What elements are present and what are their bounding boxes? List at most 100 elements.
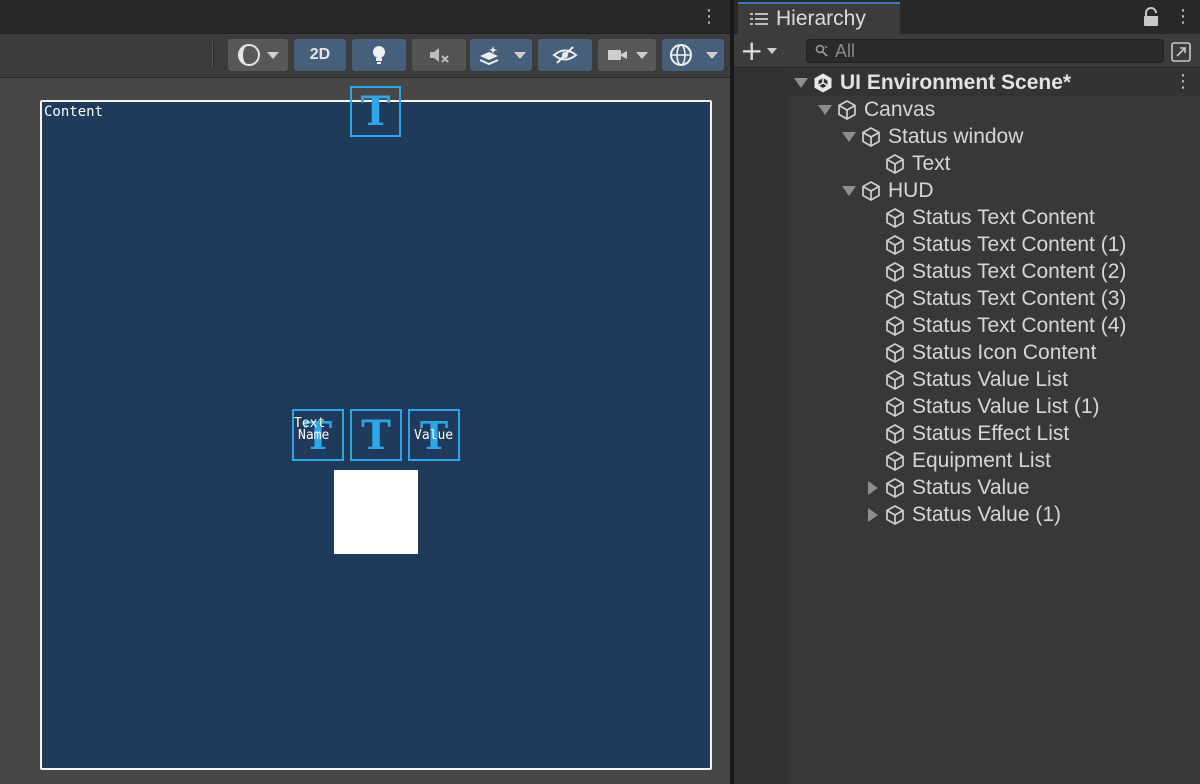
fold-expanded-icon[interactable]	[794, 76, 808, 90]
layers-effects-icon	[479, 46, 499, 66]
triangle-down-icon	[842, 185, 856, 196]
unity-logo-icon	[812, 72, 834, 94]
chevron-down-icon	[706, 51, 718, 59]
triangle-down-icon	[818, 104, 832, 115]
hierarchy-row[interactable]: Status Text Content (1)	[734, 231, 1200, 258]
hierarchy-row-label: HUD	[888, 178, 934, 202]
hierarchy-row[interactable]: Status Value List	[734, 366, 1200, 393]
triangle-down-icon	[842, 131, 856, 142]
cube-icon	[884, 153, 906, 175]
audio-toggle-button[interactable]	[412, 39, 466, 71]
scene-viewport[interactable]: Content T T Text Name T T Value	[0, 78, 730, 784]
camera-icon	[608, 50, 627, 60]
tab-hierarchy[interactable]: Hierarchy	[738, 2, 900, 34]
2d-mode-button[interactable]: 2D	[294, 39, 346, 71]
toolbar-separator	[212, 42, 214, 68]
hierarchy-row[interactable]: Status Text Content (4)	[734, 312, 1200, 339]
hierarchy-row[interactable]: Status Text Content	[734, 204, 1200, 231]
hierarchy-row-label: Status Text Content (3)	[912, 286, 1127, 310]
cube-icon	[884, 342, 906, 364]
hierarchy-row-label: Status Value	[912, 475, 1030, 499]
eye-hidden-icon	[552, 46, 578, 64]
hierarchy-tab-label: Hierarchy	[776, 7, 866, 30]
scene-view-panel: ⋮ 2D Content T T Text Name T T Value	[0, 0, 730, 784]
hierarchy-row[interactable]: Status window	[734, 123, 1200, 150]
center-text-gizmo[interactable]: T	[350, 409, 402, 461]
scene-toolbar: 2D	[0, 34, 730, 78]
hierarchy-row[interactable]: Status Value (1)	[734, 501, 1200, 528]
gizmos-dropdown-button[interactable]	[700, 39, 724, 71]
hierarchy-row[interactable]: Status Text Content (2)	[734, 258, 1200, 285]
cube-icon	[884, 261, 906, 283]
cube-icon	[884, 207, 906, 229]
cube-icon	[860, 180, 882, 202]
hierarchy-row-label: Status Effect List	[912, 421, 1070, 445]
cube-icon	[884, 234, 906, 256]
cube-icon	[884, 396, 906, 418]
lightbulb-icon	[373, 46, 385, 64]
fold-expanded-icon[interactable]	[842, 130, 856, 144]
fold-collapsed-icon[interactable]	[866, 507, 880, 522]
hierarchy-row[interactable]: Status Effect List	[734, 420, 1200, 447]
hierarchy-more-options-icon[interactable]: ⋮	[1174, 6, 1192, 28]
list-icon	[750, 13, 768, 25]
hierarchy-row-label: Status Icon Content	[912, 340, 1097, 364]
status-icon-image[interactable]	[334, 470, 418, 554]
cube-icon	[884, 369, 906, 391]
hierarchy-row[interactable]: Status Text Content (3)	[734, 285, 1200, 312]
text-gizmo-glyph: T	[361, 411, 391, 459]
scene-picker-icon[interactable]	[1170, 41, 1192, 63]
hierarchy-row[interactable]: Equipment List	[734, 447, 1200, 474]
fold-expanded-icon[interactable]	[818, 103, 832, 117]
lock-icon[interactable]	[1142, 7, 1160, 27]
create-object-button[interactable]: +	[740, 37, 790, 65]
speaker-muted-icon	[430, 48, 449, 63]
cube-icon	[860, 126, 882, 148]
shading-mode-button[interactable]	[228, 39, 288, 71]
chevron-down-icon	[767, 48, 778, 54]
effects-dropdown-button[interactable]	[508, 39, 532, 71]
hierarchy-row[interactable]: Status Value	[734, 474, 1200, 501]
hierarchy-row[interactable]: Canvas	[734, 96, 1200, 123]
hierarchy-row-label: Status Text Content (2)	[912, 259, 1127, 283]
text-gizmo-top[interactable]: T	[350, 86, 401, 137]
sphere-shading-icon	[238, 44, 260, 66]
search-input[interactable]	[835, 40, 1135, 62]
chevron-down-icon	[267, 51, 279, 59]
hierarchy-row-label: Text	[912, 151, 951, 175]
chevron-down-icon	[636, 51, 648, 59]
camera-settings-button[interactable]	[598, 39, 656, 71]
fold-expanded-icon[interactable]	[842, 184, 856, 198]
hierarchy-scene-row[interactable]: UI Environment Scene* ⋮	[734, 69, 1200, 96]
cube-icon	[884, 477, 906, 499]
triangle-down-icon	[794, 77, 808, 88]
scene-more-options-icon[interactable]: ⋮	[700, 6, 718, 28]
scene-visibility-button[interactable]	[538, 39, 592, 71]
hierarchy-row[interactable]: Status Icon Content	[734, 339, 1200, 366]
scene-row-more-icon[interactable]: ⋮	[1174, 71, 1192, 93]
hierarchy-row[interactable]: Status Value List (1)	[734, 393, 1200, 420]
hierarchy-row-label: UI Environment Scene*	[840, 70, 1072, 94]
effects-toggle-button[interactable]	[470, 39, 508, 71]
canvas-content-label: Content	[44, 104, 104, 120]
cube-icon	[884, 423, 906, 445]
hierarchy-row-label: Status Text Content (1)	[912, 232, 1127, 256]
hierarchy-row[interactable]: HUD	[734, 177, 1200, 204]
hierarchy-search-box[interactable]	[806, 39, 1164, 63]
hierarchy-tab-bar: Hierarchy ⋮	[734, 0, 1200, 34]
hierarchy-row-label: Status Value List (1)	[912, 394, 1100, 418]
fold-collapsed-icon[interactable]	[866, 480, 880, 495]
gizmos-toggle-button[interactable]	[662, 39, 700, 71]
triangle-right-icon	[868, 507, 878, 522]
lighting-toggle-button[interactable]	[352, 39, 406, 71]
cube-icon	[884, 315, 906, 337]
hierarchy-row[interactable]: Text	[734, 150, 1200, 177]
